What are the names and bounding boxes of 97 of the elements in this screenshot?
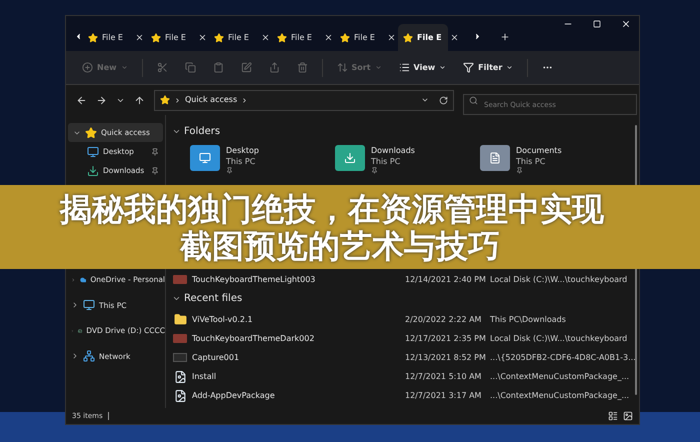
document-icon bbox=[174, 388, 187, 402]
documents-folder-icon bbox=[480, 145, 510, 171]
paste-icon bbox=[212, 62, 224, 73]
expand-chevron-icon[interactable] bbox=[71, 352, 79, 360]
file-location: This PC\Downloads bbox=[490, 314, 566, 326]
star-icon bbox=[88, 32, 98, 42]
tab[interactable]: File E bbox=[335, 24, 385, 51]
star-icon bbox=[214, 32, 224, 42]
pin-icon bbox=[371, 167, 378, 174]
file-name[interactable]: Install bbox=[191, 370, 405, 382]
rename-icon bbox=[240, 62, 252, 73]
star-icon bbox=[151, 32, 161, 42]
section-header: Recent files bbox=[184, 292, 242, 306]
file-name[interactable]: Capture001 bbox=[191, 352, 405, 364]
star-icon bbox=[340, 32, 350, 42]
search-icon bbox=[469, 96, 478, 104]
expand-chevron-icon[interactable] bbox=[71, 301, 79, 310]
close-tab-icon[interactable] bbox=[387, 33, 396, 42]
up-icon[interactable] bbox=[134, 94, 145, 106]
chevron-icon bbox=[174, 96, 181, 104]
sort-icon bbox=[336, 62, 348, 73]
star-icon bbox=[160, 95, 170, 105]
close-tab-icon[interactable] bbox=[135, 33, 144, 42]
share-icon bbox=[268, 62, 280, 73]
pin-icon bbox=[151, 166, 159, 174]
caret-icon bbox=[439, 64, 446, 71]
section-header: Folders bbox=[184, 124, 220, 138]
star-icon bbox=[85, 126, 97, 138]
tab[interactable]: File E bbox=[83, 24, 133, 51]
tab[interactable]: File E bbox=[209, 24, 259, 51]
folder-icon bbox=[174, 313, 187, 326]
scroll-right-icon[interactable] bbox=[473, 32, 482, 41]
file-location: Local Disk (C:)\W...\touchkeyboard bbox=[490, 274, 628, 286]
back-icon[interactable] bbox=[76, 94, 87, 106]
details-view-icon[interactable] bbox=[608, 411, 618, 421]
caret-icon bbox=[374, 64, 382, 71]
download-folder-icon bbox=[335, 145, 365, 171]
tiles-view-icon[interactable] bbox=[623, 411, 633, 421]
folder-tile[interactable]: Desktop This PC bbox=[190, 145, 335, 174]
close-icon[interactable] bbox=[621, 19, 631, 29]
banner-title: 揭秘我的独门绝技，在资源管理中实现 bbox=[60, 190, 604, 226]
download-icon bbox=[87, 164, 99, 176]
tab[interactable]: File E bbox=[398, 24, 448, 51]
copy-icon bbox=[184, 62, 196, 73]
forward-icon[interactable] bbox=[96, 94, 107, 106]
computer-icon bbox=[83, 299, 95, 312]
folder-tile[interactable]: Downloads This PC bbox=[335, 145, 480, 174]
file-name[interactable]: ViVeTool-v0.2.1 bbox=[191, 314, 405, 326]
filter-button[interactable]: Filter bbox=[457, 56, 520, 80]
close-tab-icon[interactable] bbox=[450, 33, 459, 42]
document-icon bbox=[174, 370, 187, 384]
folder-tile[interactable]: Documents This PC bbox=[480, 145, 625, 174]
maximize-icon[interactable] bbox=[593, 20, 601, 28]
date-modified: 12/17/2021 2:35 PM bbox=[405, 332, 487, 344]
date-modified: 12/7/2021 5:10 AM bbox=[405, 370, 482, 382]
address-bar[interactable]: Quick access bbox=[154, 90, 454, 110]
pin-icon bbox=[151, 148, 159, 156]
image-thumbnail bbox=[173, 334, 187, 343]
star-icon bbox=[277, 32, 287, 42]
pin-icon bbox=[226, 167, 233, 174]
date-modified: 12/14/2021 2:40 PM bbox=[405, 274, 487, 286]
file-location: ...\{5205DFB2-CDF6-4D8C-A0B1-3... bbox=[490, 352, 636, 364]
caret-icon bbox=[506, 64, 514, 71]
tab[interactable]: File E bbox=[272, 24, 322, 51]
image-thumbnail bbox=[173, 353, 187, 362]
close-tab-icon[interactable] bbox=[324, 33, 333, 42]
banner-title: 截图预览的艺术与技巧 bbox=[180, 228, 500, 264]
filter-icon bbox=[463, 62, 474, 73]
date-modified: 2/20/2022 2:22 AM bbox=[405, 314, 482, 326]
file-name[interactable]: TouchKeyboardThemeDark002 bbox=[191, 332, 405, 344]
cut-icon bbox=[156, 62, 168, 73]
date-modified: 12/13/2021 8:52 PM bbox=[405, 352, 487, 364]
file-location: ...\ContextMenuCustomPackage_... bbox=[490, 390, 630, 402]
new-tab-icon[interactable] bbox=[500, 32, 510, 42]
file-location: ...\ContextMenuCustomPackage_... bbox=[490, 370, 630, 382]
desktop-folder-icon bbox=[190, 145, 220, 171]
close-tab-icon[interactable] bbox=[198, 33, 207, 42]
network-icon bbox=[83, 350, 95, 362]
close-tab-icon[interactable] bbox=[261, 33, 270, 42]
star-icon bbox=[403, 32, 413, 42]
new-icon bbox=[82, 62, 93, 73]
image-thumbnail bbox=[173, 275, 187, 284]
refresh-icon[interactable] bbox=[439, 96, 448, 104]
tab[interactable]: File E bbox=[146, 24, 196, 51]
delete-icon bbox=[296, 62, 308, 73]
breadcrumb[interactable]: Quick access bbox=[185, 94, 238, 106]
view-button[interactable]: View bbox=[392, 56, 452, 80]
dropdown-icon[interactable] bbox=[421, 96, 429, 104]
file-name[interactable]: TouchKeyboardThemeLight003 bbox=[191, 274, 405, 286]
file-name[interactable]: Add-AppDevPackage bbox=[191, 390, 405, 402]
date-modified: 12/7/2021 3:17 AM bbox=[405, 390, 482, 402]
desktop-icon bbox=[87, 146, 99, 158]
caret-icon bbox=[120, 64, 128, 71]
chevron-icon[interactable] bbox=[241, 96, 248, 104]
file-location: Local Disk (C:)\W...\touchkeyboard bbox=[490, 332, 628, 344]
scroll-left-icon[interactable] bbox=[74, 32, 83, 41]
pin-icon bbox=[516, 167, 523, 174]
